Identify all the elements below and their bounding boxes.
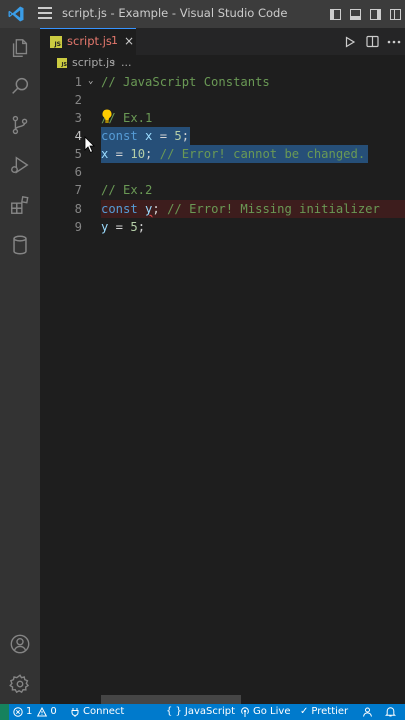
problems-badge: 1 [111, 34, 118, 47]
line-number: 3 [74, 111, 82, 125]
account-icon[interactable] [0, 624, 40, 664]
remote-indicator[interactable] [0, 704, 9, 720]
toggle-sidebar-icon[interactable] [325, 0, 345, 28]
run-debug-icon[interactable] [0, 145, 40, 185]
line-number: 9 [74, 220, 82, 234]
notifications-bell-icon[interactable] [385, 706, 396, 717]
tab-script-js[interactable]: JS script.js 1 × [40, 28, 136, 55]
tab-label: script.js [67, 34, 112, 48]
line-text: x = 10; // Error! cannot be changed. [101, 147, 366, 161]
split-editor-icon[interactable] [361, 28, 383, 55]
close-tab-icon[interactable]: × [124, 34, 134, 48]
breadcrumb-file[interactable]: script.js [72, 56, 115, 69]
line-number: 4 [74, 129, 82, 143]
feedback-icon[interactable] [362, 706, 373, 717]
status-bar: 1 0 Connect { } JavaScript Go Live ✓ Pre… [0, 704, 405, 720]
search-icon[interactable] [0, 66, 40, 106]
source-control-icon[interactable] [0, 105, 40, 145]
database-icon[interactable] [0, 225, 40, 265]
title-bar: script.js - Example - Visual Studio Code [0, 0, 405, 28]
prettier-status[interactable]: ✓ Prettier [300, 706, 348, 717]
more-actions-icon[interactable] [383, 28, 405, 55]
extensions-icon[interactable] [0, 185, 40, 225]
connect-label: Connect [83, 706, 125, 717]
error-count: 1 [26, 706, 33, 717]
code-editor[interactable]: 1 ⌄ // JavaScript Constants 2 3 // Ex.1 … [40, 72, 405, 694]
warning-icon [37, 706, 48, 716]
check-icon: ✓ [300, 706, 309, 717]
mouse-pointer-icon [84, 136, 95, 154]
plug-icon [71, 707, 79, 717]
language-label: JavaScript [184, 706, 236, 717]
problems-status[interactable]: 1 0 [13, 706, 57, 717]
run-icon[interactable] [339, 28, 361, 55]
go-live-button[interactable]: Go Live [240, 706, 290, 717]
line-number: 8 [74, 202, 82, 216]
menu-icon[interactable] [38, 7, 52, 21]
js-file-icon: JS [57, 58, 67, 68]
explorer-icon[interactable] [0, 28, 40, 68]
toggle-panel-icon[interactable] [345, 0, 365, 28]
horizontal-scrollbar[interactable] [101, 695, 241, 704]
js-file-icon: JS [50, 36, 62, 48]
code-line: 3 // Ex.1 [40, 109, 405, 127]
code-line: 2 [40, 91, 405, 109]
lightbulb-icon[interactable] [100, 108, 114, 126]
code-line: 7 // Ex.2 [40, 181, 405, 199]
language-mode[interactable]: { } JavaScript [166, 706, 235, 717]
tabs-bar: JS script.js 1 × [40, 28, 405, 55]
line-text: const x = 5; [101, 129, 190, 143]
prettier-label: Prettier [311, 706, 349, 717]
error-icon [13, 706, 23, 717]
warning-count: 0 [50, 706, 57, 717]
line-text: const y; // Error! Missing initializer [101, 202, 380, 216]
line-text: // JavaScript Constants [101, 75, 270, 89]
breadcrumb-symbol[interactable]: ... [121, 56, 132, 69]
go-live-label: Go Live [253, 706, 291, 717]
line-number: 5 [74, 147, 82, 161]
broadcast-icon [241, 706, 249, 717]
line-text: // Ex.2 [101, 183, 153, 197]
braces-icon: { } [166, 706, 182, 717]
settings-gear-icon[interactable] [0, 664, 40, 704]
code-line: 1 ⌄ // JavaScript Constants [40, 73, 405, 91]
line-number: 6 [74, 165, 82, 179]
code-line: 9 y = 5; [40, 218, 405, 236]
customize-layout-icon[interactable] [385, 0, 405, 28]
fold-chevron-icon[interactable]: ⌄ [88, 76, 93, 86]
connect-status[interactable]: Connect [70, 706, 124, 717]
activity-bar [0, 28, 40, 704]
line-text: y = 5; [101, 220, 146, 234]
toggle-secondary-sidebar-icon[interactable] [365, 0, 385, 28]
code-line: 6 [40, 163, 405, 181]
line-number: 2 [74, 93, 82, 107]
line-number: 7 [74, 183, 82, 197]
breadcrumb-separator: › [111, 55, 116, 68]
breadcrumb: JS script.js › ... [40, 55, 405, 72]
window-title: script.js - Example - Visual Studio Code [62, 6, 288, 20]
line-number: 1 [74, 75, 82, 89]
code-line: 8 const y; // Error! Missing initializer [40, 200, 405, 218]
vscode-logo-icon [8, 6, 24, 22]
